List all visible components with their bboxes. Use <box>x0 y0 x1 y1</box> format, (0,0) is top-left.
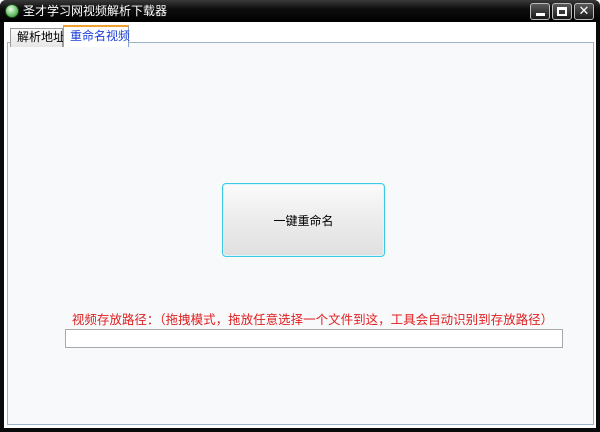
window-title: 圣才学习网视频解析下载器 <box>23 4 168 18</box>
maximize-icon <box>557 7 567 16</box>
client-area: 一键重命名 视频存放路径：（拖拽模式，拖放任意选择一个文件到这，工具会自动识别到… <box>4 22 596 428</box>
close-icon: ✕ <box>578 4 590 19</box>
close-button[interactable]: ✕ <box>574 3 594 20</box>
tab-parse-address[interactable]: 解析地址 <box>10 28 65 47</box>
tab-panel-rename: 一键重命名 视频存放路径：（拖拽模式，拖放任意选择一个文件到这，工具会自动识别到… <box>7 42 594 425</box>
title-bar[interactable]: 圣才学习网视频解析下载器 ✕ <box>0 0 600 22</box>
minimize-button[interactable] <box>530 3 550 20</box>
storage-path-label: 视频存放路径：（拖拽模式，拖放任意选择一个文件到这，工具会自动识别到存放路径） <box>71 312 554 327</box>
app-window: 圣才学习网视频解析下载器 ✕ 一键重命名 视频存放路径：（拖拽模式，拖放任意选择… <box>0 0 600 432</box>
maximize-button[interactable] <box>552 3 572 20</box>
tab-rename-video[interactable]: 重命名视频 <box>63 25 130 47</box>
storage-path-input[interactable] <box>65 329 563 348</box>
minimize-icon <box>535 13 545 16</box>
one-click-rename-button[interactable]: 一键重命名 <box>222 183 385 257</box>
app-globe-icon <box>5 4 19 18</box>
